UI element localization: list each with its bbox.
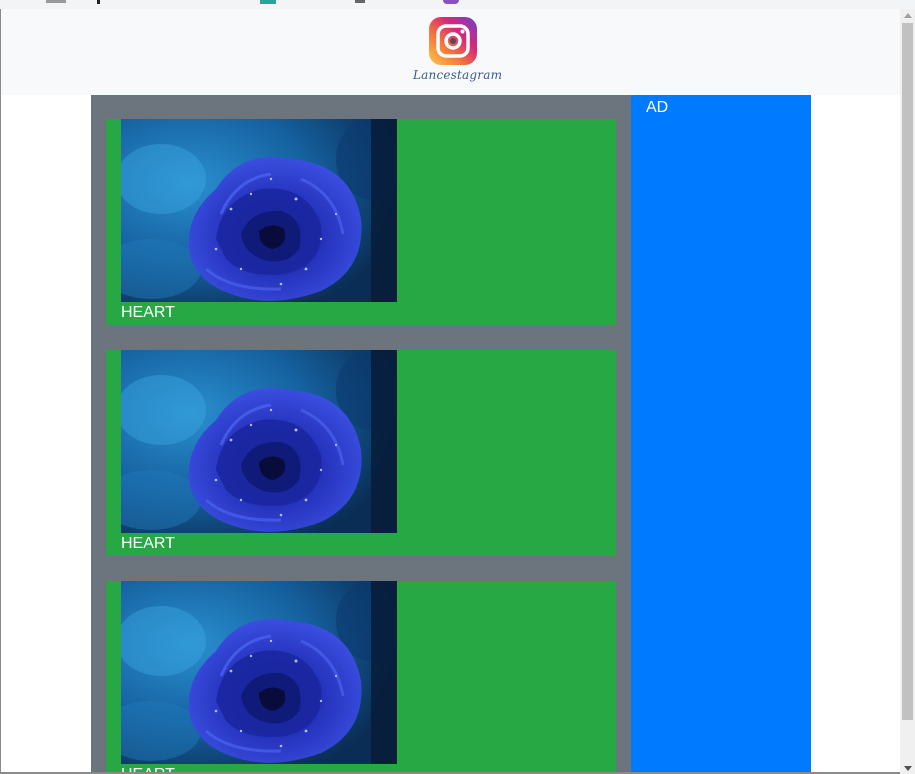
- scroll-down-arrow-icon[interactable]: [900, 762, 915, 774]
- blue-rose-image[interactable]: [121, 350, 397, 533]
- bookmark-icon[interactable]: [260, 0, 276, 4]
- page-viewport: Lancestagram HEART HEART HEART AD: [0, 9, 915, 774]
- site-logo[interactable]: Lancestagram: [413, 15, 503, 91]
- ad-sidebar[interactable]: AD: [631, 95, 811, 774]
- vertical-scrollbar[interactable]: [900, 9, 915, 774]
- post-card: HEART: [106, 350, 616, 556]
- post-caption[interactable]: HEART: [121, 535, 175, 553]
- instagram-logo-icon: [429, 17, 477, 65]
- ad-label: AD: [646, 99, 669, 116]
- site-header: Lancestagram: [1, 9, 900, 95]
- post-card: HEART: [106, 581, 616, 774]
- scroll-up-arrow-icon[interactable]: [900, 9, 915, 21]
- tab-fragment: [97, 0, 100, 4]
- tab-fragment: [46, 0, 66, 3]
- blue-rose-image[interactable]: [121, 119, 397, 302]
- logo-text: Lancestagram: [413, 68, 503, 82]
- scrollbar-thumb[interactable]: [902, 23, 913, 720]
- bookmark-icon[interactable]: [443, 0, 459, 4]
- browser-tab-strip-fragment: [0, 0, 915, 9]
- post-caption[interactable]: HEART: [121, 304, 175, 322]
- post-feed: HEART HEART HEART: [91, 95, 631, 774]
- post-card: HEART: [106, 119, 616, 325]
- tab-fragment: [355, 0, 365, 3]
- blue-rose-image[interactable]: [121, 581, 397, 764]
